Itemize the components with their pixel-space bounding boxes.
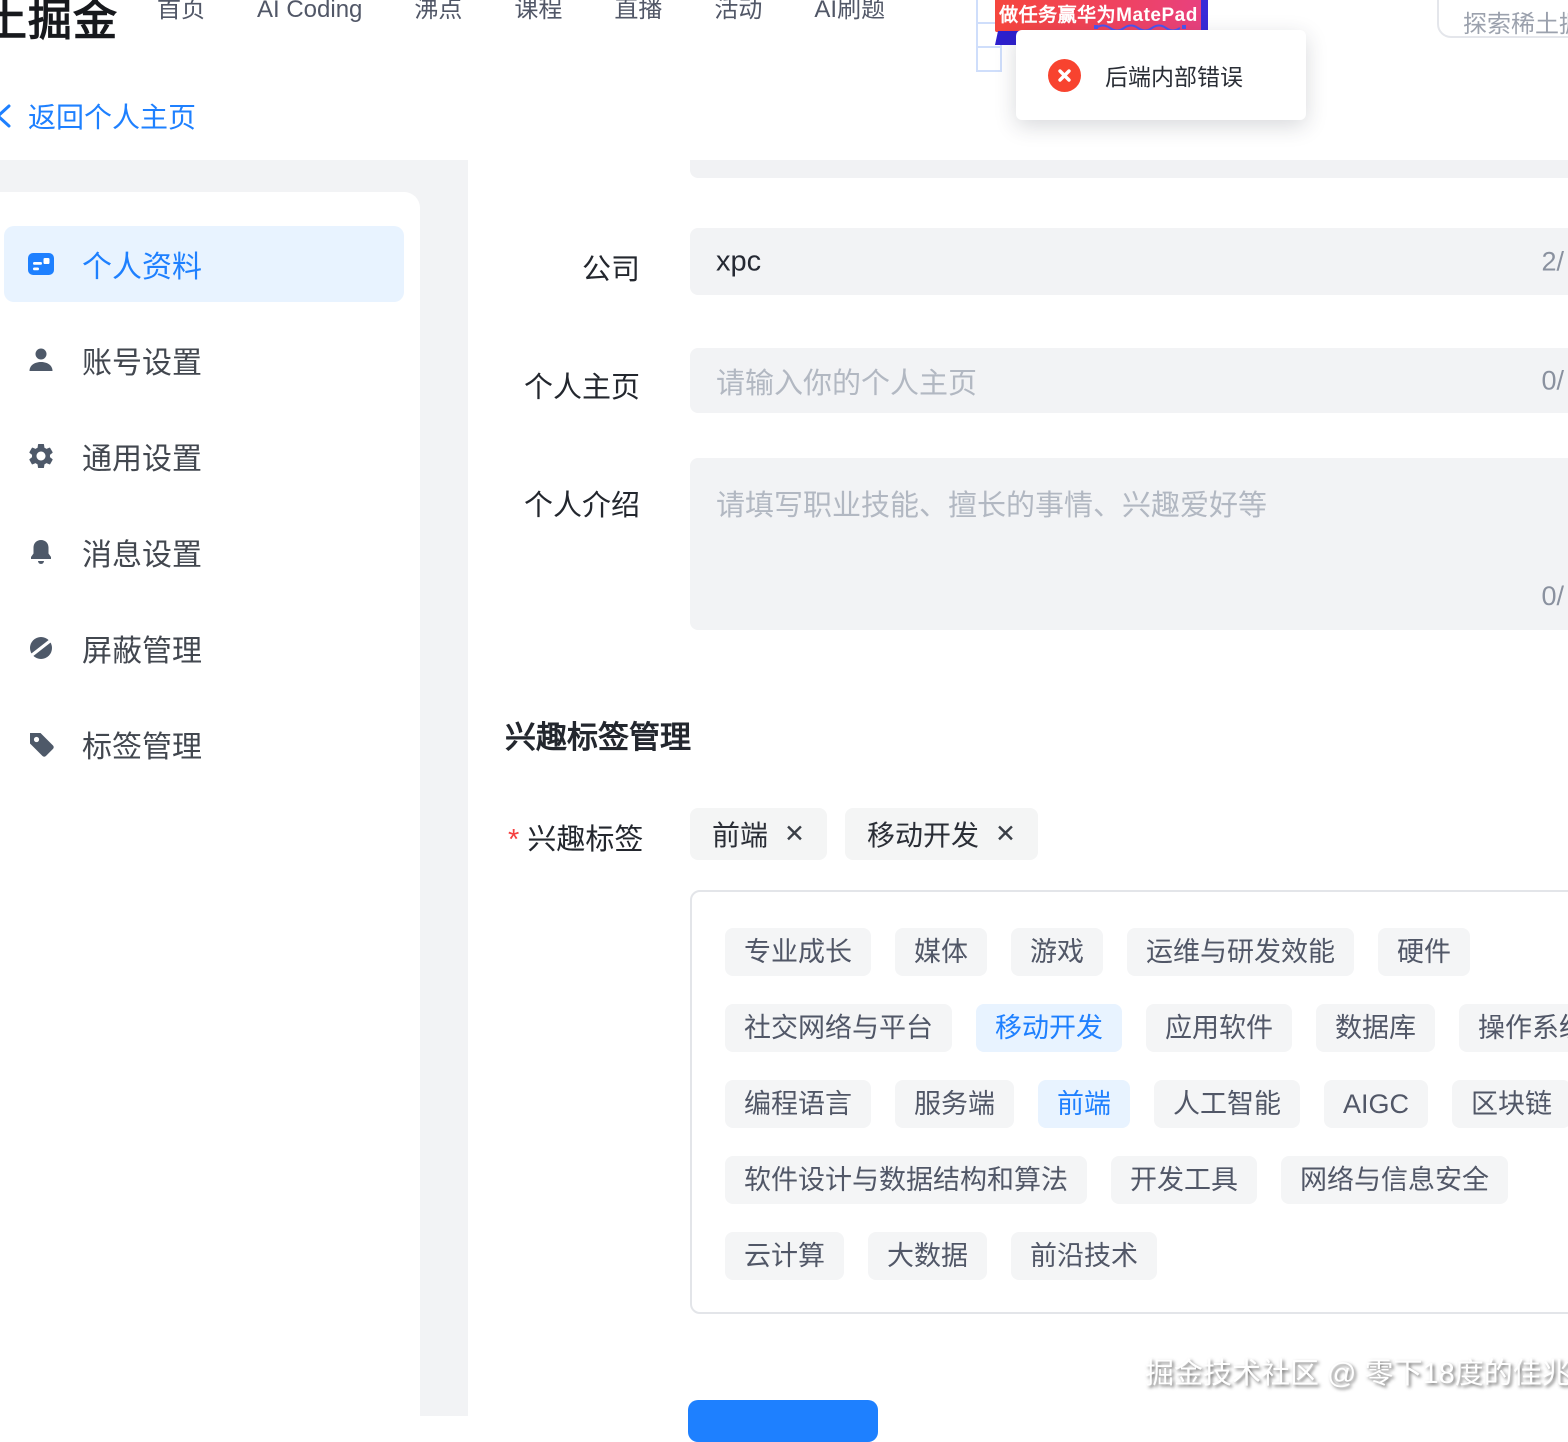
tag-option[interactable]: 运维与研发效能 <box>1127 928 1354 976</box>
tag-options-panel: 专业成长 媒体 游戏 运维与研发效能 硬件 社交网络与平台 移动开发 应用软件 … <box>690 890 1568 1314</box>
sidebar-item-tags[interactable]: 标签管理 <box>4 706 404 782</box>
chevron-left-icon <box>0 104 11 128</box>
tag-option[interactable]: 区块链 <box>1452 1080 1568 1128</box>
remove-tag-icon[interactable]: ✕ <box>784 821 805 847</box>
tag-option[interactable]: 前沿技术 <box>1011 1232 1157 1280</box>
tag-option[interactable]: 服务端 <box>895 1080 1014 1128</box>
company-label: 公司 <box>581 254 640 286</box>
back-link-label: 返回个人主页 <box>28 102 197 133</box>
interest-section-title: 兴趣标签管理 <box>505 720 691 755</box>
juejin-logo[interactable]: 稀土掘金 <box>0 0 118 48</box>
save-button[interactable] <box>688 1400 878 1442</box>
tag-option[interactable]: 软件设计与数据结构和算法 <box>725 1156 1087 1204</box>
tag-option[interactable]: 网络与信息安全 <box>1281 1156 1508 1204</box>
sidebar-item-profile[interactable]: 个人资料 <box>4 226 404 302</box>
bell-icon <box>26 537 56 567</box>
intro-label: 个人介绍 <box>523 490 640 522</box>
sidebar-item-block[interactable]: 屏蔽管理 <box>4 610 404 686</box>
settings-sidebar: 个人资料 账号设置 通用设置 消息设置 屏蔽管理 标签管理 <box>0 192 420 1416</box>
chip-label: 前端 <box>712 820 769 851</box>
error-toast: 后端内部错误 <box>1016 30 1306 120</box>
tag-option[interactable]: 应用软件 <box>1146 1004 1292 1052</box>
homepage-label: 个人主页 <box>523 372 640 404</box>
tag-option-selected[interactable]: 前端 <box>1038 1080 1130 1128</box>
community-watermark: 掘金技术社区 @ 零下18度的佳兆业 <box>1145 1358 1568 1390</box>
sidebar-item-label: 消息设置 <box>82 539 202 572</box>
interest-field-label: * 兴趣标签 <box>508 824 644 856</box>
sidebar-item-label: 标签管理 <box>82 731 202 764</box>
profile-form-panel: 公司 xpc 2/ 个人主页 请输入你的个人主页 0/ 个人介绍 请填写职业技能… <box>468 160 1568 1416</box>
search-input[interactable]: 探索稀土掘金 <box>1437 0 1568 38</box>
promo-banner[interactable]: 做任务赢华为MatePad <box>995 0 1202 32</box>
nav-item-courses[interactable]: 课程 <box>514 0 562 28</box>
tag-option[interactable]: 媒体 <box>895 928 987 976</box>
previous-field-partial[interactable] <box>690 160 1568 178</box>
sidebar-item-label: 账号设置 <box>82 347 202 380</box>
required-asterisk: * <box>508 824 520 856</box>
intro-placeholder: 请填写职业技能、擅长的事情、兴趣爱好等 <box>716 490 1268 522</box>
toast-message: 后端内部错误 <box>1105 64 1243 90</box>
top-navbar: 稀土掘金 首页 AI Coding 沸点 课程 直播 活动 AI刷题 做任务赢华… <box>0 0 1568 160</box>
selected-tag-chip-mobile[interactable]: 移动开发 ✕ <box>845 808 1038 860</box>
tag-option[interactable]: 大数据 <box>868 1232 987 1280</box>
homepage-input[interactable]: 请输入你的个人主页 0/ <box>690 348 1568 413</box>
tag-option[interactable]: 社交网络与平台 <box>725 1004 952 1052</box>
tag-option[interactable]: AIGC <box>1324 1080 1429 1128</box>
company-input[interactable]: xpc 2/ <box>690 228 1568 295</box>
tag-icon <box>26 729 56 759</box>
error-x-icon <box>1048 58 1081 92</box>
nav-item-live[interactable]: 直播 <box>614 0 662 28</box>
tag-option[interactable]: 人工智能 <box>1154 1080 1300 1128</box>
banner-side-edge <box>1201 0 1208 34</box>
nav-item-pins[interactable]: 沸点 <box>414 0 462 28</box>
back-to-profile-link[interactable]: 返回个人主页 <box>0 96 196 136</box>
tag-option-selected[interactable]: 移动开发 <box>976 1004 1122 1052</box>
sidebar-item-account[interactable]: 账号设置 <box>4 322 404 398</box>
main-nav: 首页 AI Coding 沸点 课程 直播 活动 AI刷题 <box>157 0 885 28</box>
company-value: xpc <box>716 245 762 277</box>
search-placeholder: 探索稀土掘金 <box>1463 11 1568 38</box>
intro-char-counter: 0/ <box>1541 581 1564 611</box>
tag-option[interactable]: 专业成长 <box>725 928 871 976</box>
id-card-icon <box>26 249 56 279</box>
tag-option[interactable]: 编程语言 <box>725 1080 871 1128</box>
homepage-char-counter: 0/ <box>1541 365 1564 395</box>
tag-option[interactable]: 云计算 <box>725 1232 844 1280</box>
block-icon <box>26 633 56 663</box>
nav-item-ai-quiz[interactable]: AI刷题 <box>814 0 885 28</box>
remove-tag-icon[interactable]: ✕ <box>995 821 1016 847</box>
sidebar-item-label: 个人资料 <box>82 251 202 284</box>
tag-option[interactable]: 硬件 <box>1378 928 1470 976</box>
tag-option[interactable]: 数据库 <box>1316 1004 1435 1052</box>
sidebar-item-general[interactable]: 通用设置 <box>4 418 404 494</box>
sidebar-item-messages[interactable]: 消息设置 <box>4 514 404 590</box>
gear-icon <box>26 441 56 471</box>
tag-option[interactable]: 操作系统 <box>1459 1004 1568 1052</box>
sidebar-item-label: 屏蔽管理 <box>82 635 202 668</box>
chip-label: 移动开发 <box>867 820 980 851</box>
nav-item-events[interactable]: 活动 <box>714 0 762 28</box>
homepage-placeholder: 请输入你的个人主页 <box>716 367 978 400</box>
tag-option[interactable]: 开发工具 <box>1111 1156 1257 1204</box>
sidebar-item-label: 通用设置 <box>82 443 202 476</box>
company-char-counter: 2/ <box>1541 246 1564 276</box>
tag-option[interactable]: 游戏 <box>1011 928 1103 976</box>
selected-tag-chip-frontend[interactable]: 前端 ✕ <box>690 808 827 860</box>
user-icon <box>26 345 56 375</box>
nav-item-home[interactable]: 首页 <box>157 0 205 28</box>
nav-item-ai-coding[interactable]: AI Coding <box>257 0 362 28</box>
intro-textarea[interactable]: 请填写职业技能、擅长的事情、兴趣爱好等 0/ <box>690 458 1568 630</box>
